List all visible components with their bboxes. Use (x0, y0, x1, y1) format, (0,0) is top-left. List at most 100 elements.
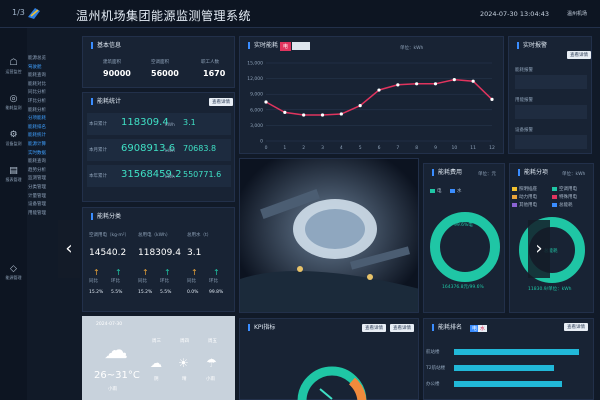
submenu-item[interactable]: 监测管理 (28, 175, 58, 184)
rail-label: 报表管理 (5, 177, 22, 182)
stat-row: 本年累计 31568459.2 kWh 550771.6 (87, 165, 231, 187)
stat-unit: kWh (165, 123, 175, 128)
legend-swatch (430, 188, 435, 193)
card-title: 能耗统计 (91, 98, 121, 105)
stat-sub: 550771.6 (183, 170, 222, 179)
data-point (471, 79, 475, 83)
submenu-item[interactable]: 计量管理 (28, 193, 58, 202)
card-title: 能耗分类 (91, 213, 121, 220)
x-tick-label: 9 (434, 145, 437, 151)
kpi-gauge (297, 366, 367, 400)
info-value: 1670 (203, 69, 226, 78)
submenu-item[interactable]: 能耗查询 (28, 158, 58, 167)
details-button[interactable]: 查看详情 (209, 98, 233, 106)
forecast-cond: 小雨 (206, 377, 215, 382)
rain-icon: ☂ (206, 356, 217, 370)
legend-item: 空调用电 (552, 186, 577, 192)
x-tick-label: 10 (451, 145, 457, 151)
app-title: 温州机场集团能源监测管理系统 (76, 9, 252, 23)
arrow-up-icon: ↑ (115, 268, 122, 277)
rail-item-2[interactable]: ⚙ 设备监测 (3, 130, 24, 147)
submenu-item[interactable]: 驾驶舱 (28, 64, 58, 73)
weather-date: 2024-07-30 (96, 322, 123, 327)
y-tick-label: 3,000 (250, 123, 263, 129)
x-tick-label: 1 (283, 145, 286, 151)
alarm-label: 用能报警 (515, 98, 533, 103)
rank-label: T2航站楼 (426, 366, 446, 371)
energy-cost-card: 能耗费用 单位：元 电 水 99.6%电 164376.8元/99.6% (423, 163, 505, 313)
x-tick-label: 0 (265, 145, 268, 151)
category-column: 空调用电（kg·m²） 14540.2 ↑ ↑ 同比 环比 15.2% 5.5% (87, 226, 133, 308)
submenu-item[interactable]: 设备管理 (28, 201, 58, 210)
weather-temp: 26~31°C (94, 370, 140, 381)
realtime-line-chart: 15,00012,0009,0006,0003,00000 1 2 3 4 5 6 7 8 9 10… (247, 61, 495, 152)
submenu-item[interactable]: 能耗分析 (28, 107, 58, 116)
app-root: 1/3 温州机场集团能源监测管理系统 2024-07-30 13:04:43 温… (0, 0, 600, 400)
y-tick-label: 9,000 (250, 92, 263, 98)
stat-label: 本年累计 (89, 174, 107, 179)
submenu-item[interactable]: 能耗排名 (28, 124, 58, 133)
card-title: 能耗费用 (432, 169, 462, 176)
rank-label: 航站楼 (426, 350, 440, 355)
rank-bar (454, 365, 554, 371)
rail-item-0[interactable]: ☖ 运营监控 (3, 58, 24, 75)
details-button[interactable]: 查看详情 (564, 323, 588, 331)
category-value: 118309.4 (138, 248, 181, 258)
compare-label: 同比 (89, 279, 98, 284)
unit-label: 单位：kWh (562, 172, 586, 177)
details-button[interactable]: 查看详情 (567, 51, 591, 59)
weather-card: 2024-07-30 ☁ 26~31°C 小雨 周三 周四 周五 ☁ ☀ ☂ 阴… (82, 316, 235, 400)
compare-value: 0.0% (187, 290, 199, 295)
submenu-item[interactable]: 环比分析 (28, 98, 58, 107)
alarm-label: 设备报警 (515, 128, 533, 133)
x-tick-label: 12 (489, 145, 495, 151)
stat-label: 本日累计 (89, 122, 107, 127)
compare-value: 5.5% (160, 290, 172, 295)
compare-label: 同比 (138, 279, 147, 284)
forecast-day: 周三 (152, 339, 161, 344)
rail-item-3[interactable]: ▤ 报表管理 (3, 166, 24, 183)
submenu-item[interactable]: 同比分析 (28, 89, 58, 98)
weather-cond: 小雨 (108, 387, 117, 392)
basic-info-card: 基本信息 建筑面积 空调面积 职工人数 90000 56000 1670 (82, 36, 235, 88)
forecast-cond: 晴 (182, 377, 187, 382)
sun-icon: ☀ (178, 356, 189, 370)
datetime: 2024-07-30 13:04:43 (480, 10, 550, 18)
rank-bar (454, 381, 562, 387)
submenu-item[interactable]: 能耗统计 (28, 132, 58, 141)
category-label: 空调用电（kg·m²） (89, 233, 130, 238)
chevron-right-icon: › (535, 238, 543, 259)
next-arrow-button[interactable]: › (528, 220, 550, 278)
y-tick-label: 0 (260, 139, 263, 145)
data-point (452, 78, 456, 82)
submenu-item[interactable]: 趋势分析 (28, 167, 58, 176)
compare-value: 5.5% (111, 290, 123, 295)
alarm-row (515, 105, 587, 119)
info-label: 建筑面积 (103, 60, 121, 65)
submenu-item[interactable]: 能耗查询 (28, 72, 58, 81)
arrow-up-icon: ↑ (213, 268, 220, 277)
legend-item: 照明插座 (512, 186, 537, 192)
user-menu[interactable]: 温州机场 (567, 10, 587, 17)
submenu-item[interactable]: 能源计算 (28, 141, 58, 150)
rail-item-1[interactable]: ◎ 能耗监测 (3, 94, 24, 111)
submenu-item[interactable]: 用能管理 (28, 210, 58, 219)
rank-bar (454, 349, 579, 355)
tab-water[interactable]: 水 (478, 325, 488, 332)
legend-swatch (450, 188, 455, 193)
submenu-item[interactable]: 能耗对比 (28, 81, 58, 90)
y-tick-label: 12,000 (247, 76, 263, 82)
category-column: 总用电（kWh） 118309.4 ↑ ↑ 同比 环比 15.2% 5.5% (136, 226, 182, 308)
data-point (339, 112, 343, 116)
submenu-item[interactable]: 能源总览 (28, 55, 58, 64)
submenu-item[interactable]: 实时数据 (28, 150, 58, 159)
submenu-item[interactable]: 分项能耗 (28, 115, 58, 124)
energy-subitem-card: 能耗分项 单位：kWh 照明插座 空调用电 动力用电 特殊用电 其他用电 总能耗… (509, 163, 594, 313)
gear-icon: ⚙ (9, 130, 18, 140)
realtime-energy-card: 实时能耗 电 单位：kWh 15,000 12,000 9,000 6,000 3,00… (239, 36, 504, 154)
kpi-card: KPI指标 查看详情 查看详情 (239, 318, 419, 400)
prev-arrow-button[interactable]: ‹ (58, 220, 80, 278)
category-value: 3.1 (187, 248, 202, 258)
submenu-item[interactable]: 分类管理 (28, 184, 58, 193)
rail-item-4[interactable]: ◇ 能源管理 (3, 264, 24, 281)
